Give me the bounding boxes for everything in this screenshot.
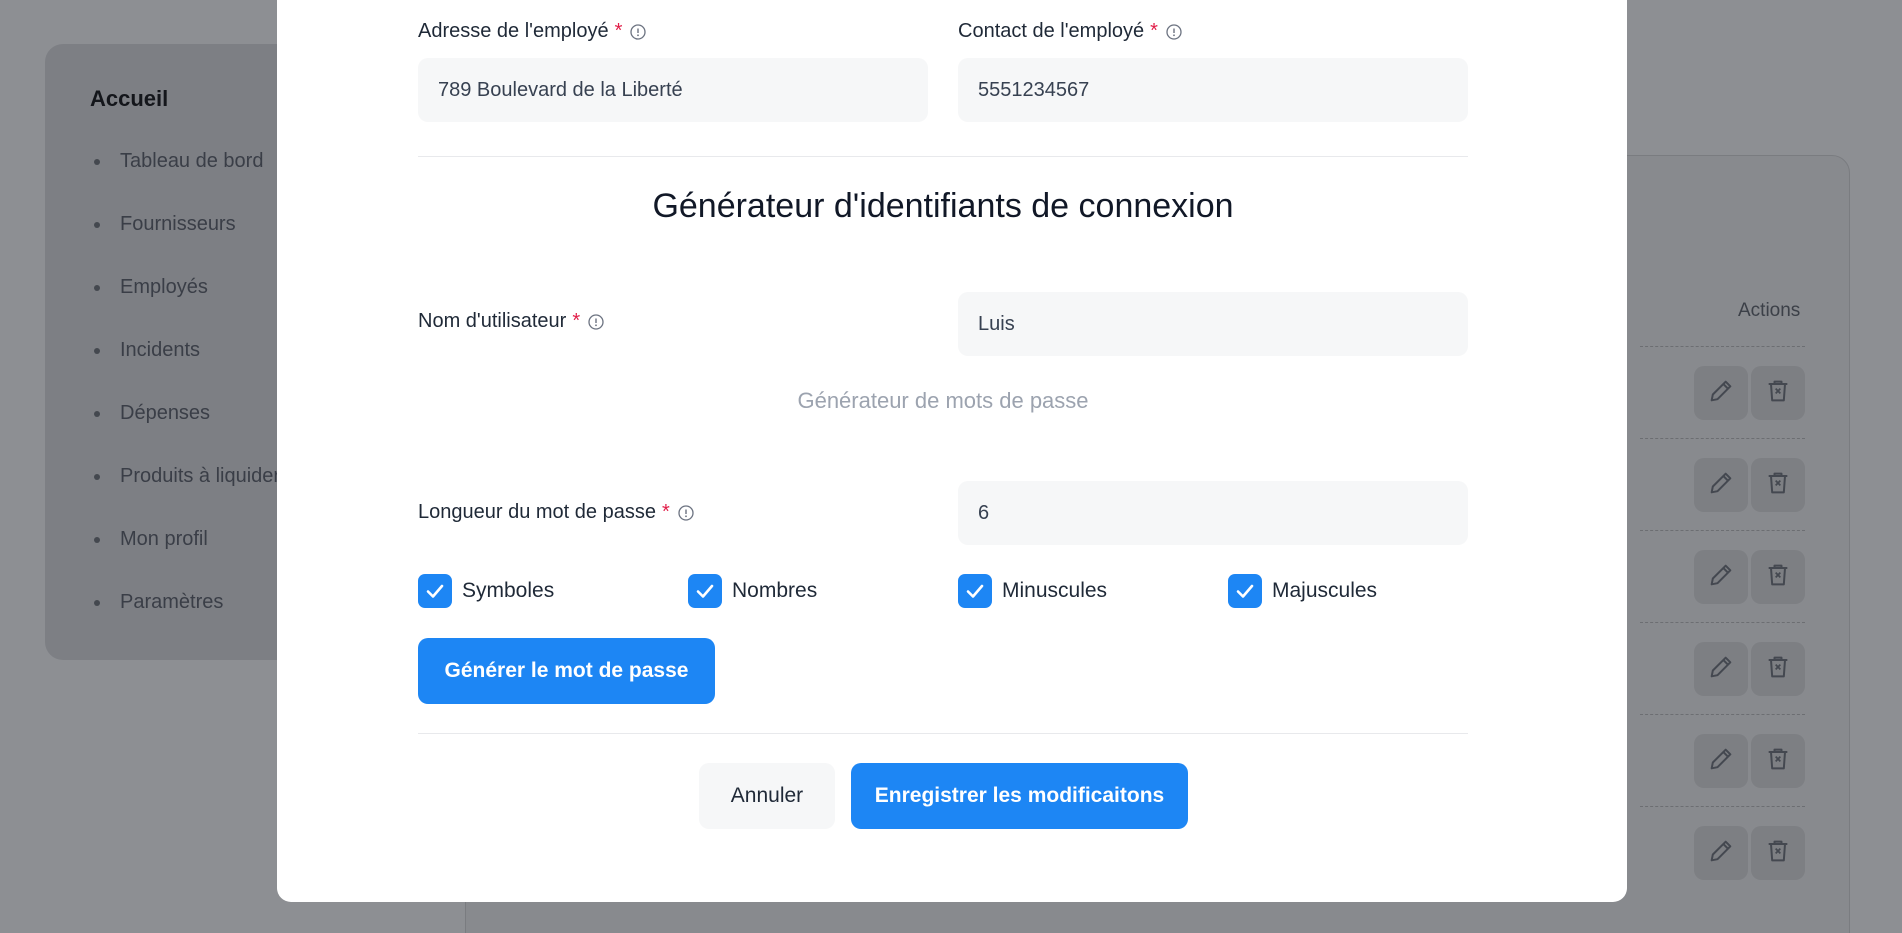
sidebar-item-label: Employés — [120, 276, 208, 298]
numbers-checkbox[interactable]: Nombres — [688, 574, 817, 608]
bullet-icon — [94, 474, 100, 480]
address-input[interactable]: 789 Boulevard de la Liberté — [418, 58, 928, 122]
bullet-icon — [94, 222, 100, 228]
password-length-label-text: Longueur du mot de passe — [418, 501, 656, 523]
table-row-divider — [1640, 806, 1805, 807]
delete-button[interactable] — [1751, 550, 1805, 604]
pencil-icon — [1707, 377, 1735, 410]
sidebar-item-incidents[interactable]: Incidents — [90, 339, 280, 402]
password-generator-title: Générateur de mots de passe — [797, 388, 1089, 413]
trash-icon — [1764, 469, 1792, 502]
sidebar-item-dashboard[interactable]: Tableau de bord — [90, 150, 280, 213]
edit-button[interactable] — [1694, 366, 1748, 420]
password-length-label: Longueur du mot de passe * — [418, 501, 694, 524]
sidebar-item-settings[interactable]: Paramètres — [90, 591, 280, 654]
uppercase-checkbox[interactable]: Majuscules — [1228, 574, 1377, 608]
info-icon[interactable] — [678, 504, 694, 521]
password-length-input[interactable]: 6 — [958, 481, 1468, 545]
edit-button[interactable] — [1694, 550, 1748, 604]
delete-button[interactable] — [1751, 734, 1805, 788]
checkmark-icon[interactable] — [958, 574, 992, 608]
info-icon[interactable] — [588, 313, 604, 330]
bullet-icon — [94, 285, 100, 291]
delete-button[interactable] — [1751, 458, 1805, 512]
divider — [418, 156, 1468, 157]
username-label: Nom d'utilisateur * — [418, 310, 604, 333]
checkmark-icon[interactable] — [688, 574, 722, 608]
trash-icon — [1764, 561, 1792, 594]
contact-label-text: Contact de l'employé — [958, 20, 1145, 42]
checkbox-label: Majuscules — [1272, 579, 1378, 602]
checkmark-icon[interactable] — [418, 574, 452, 608]
address-label: Adresse de l'employé * — [418, 20, 647, 43]
sidebar-item-label: Produits à liquider — [120, 465, 281, 487]
trash-icon — [1764, 377, 1792, 410]
pencil-icon — [1707, 653, 1735, 686]
credentials-generator-title: Générateur d'identifiants de connexion — [652, 187, 1234, 225]
trash-icon — [1764, 745, 1792, 778]
pencil-icon — [1707, 837, 1735, 870]
table-row-divider — [1640, 438, 1805, 439]
sidebar-title: Accueil — [90, 86, 169, 111]
required-mark: * — [572, 310, 581, 332]
sidebar-item-label: Mon profil — [120, 528, 208, 550]
pencil-icon — [1707, 561, 1735, 594]
required-mark: * — [1150, 20, 1158, 42]
username-input[interactable]: Luis — [958, 292, 1468, 356]
save-changes-button[interactable]: Enregistrer les modificaitons — [851, 763, 1188, 829]
contact-input[interactable]: 5551234567 — [958, 58, 1468, 122]
edit-button[interactable] — [1694, 642, 1748, 696]
trash-icon — [1764, 653, 1792, 686]
cancel-button[interactable]: Annuler — [699, 763, 835, 829]
pencil-icon — [1707, 469, 1735, 502]
edit-button[interactable] — [1694, 734, 1748, 788]
table-row-divider — [1640, 714, 1805, 715]
username-label-text: Nom d'utilisateur — [418, 310, 567, 332]
table-row-divider — [1640, 530, 1805, 531]
address-label-text: Adresse de l'employé — [418, 20, 609, 42]
bullet-icon — [94, 159, 100, 165]
divider — [418, 733, 1468, 734]
info-icon[interactable] — [630, 23, 647, 40]
generate-password-button[interactable]: Générer le mot de passe — [418, 638, 715, 704]
checkbox-label: Minuscules — [1002, 579, 1108, 602]
sidebar-item-label: Incidents — [120, 339, 201, 361]
actions-column-header: Actions — [1738, 300, 1801, 321]
delete-button[interactable] — [1751, 642, 1805, 696]
checkmark-icon[interactable] — [1228, 574, 1262, 608]
sidebar-item-clearance-products[interactable]: Produits à liquider — [90, 465, 280, 528]
symbols-checkbox[interactable]: Symboles — [418, 574, 554, 608]
sidebar-item-suppliers[interactable]: Fournisseurs — [90, 213, 280, 276]
sidebar-item-label: Dépenses — [120, 402, 211, 424]
table-row-divider — [1640, 346, 1805, 347]
edit-button[interactable] — [1694, 826, 1748, 880]
sidebar-item-expenses[interactable]: Dépenses — [90, 402, 280, 465]
delete-button[interactable] — [1751, 366, 1805, 420]
pencil-icon — [1707, 745, 1735, 778]
bullet-icon — [94, 411, 100, 417]
sidebar-item-employees[interactable]: Employés — [90, 276, 280, 339]
checkbox-label: Symboles — [462, 579, 555, 602]
delete-button[interactable] — [1751, 826, 1805, 880]
trash-icon — [1764, 837, 1792, 870]
contact-label: Contact de l'employé * — [958, 20, 1182, 43]
sidebar-item-label: Tableau de bord — [120, 150, 264, 172]
info-icon[interactable] — [1166, 23, 1182, 40]
checkbox-label: Nombres — [732, 579, 818, 602]
bullet-icon — [94, 537, 100, 543]
required-mark: * — [614, 20, 623, 42]
sidebar-item-label: Fournisseurs — [120, 213, 236, 235]
required-mark: * — [661, 501, 670, 523]
lowercase-checkbox[interactable]: Minuscules — [958, 574, 1107, 608]
table-row-divider — [1640, 622, 1805, 623]
sidebar-item-label: Paramètres — [120, 591, 224, 613]
sidebar-nav: Tableau de bord Fournisseurs Employés In… — [90, 150, 280, 654]
bullet-icon — [94, 600, 100, 606]
sidebar-item-profile[interactable]: Mon profil — [90, 528, 280, 591]
bullet-icon — [94, 348, 100, 354]
edit-button[interactable] — [1694, 458, 1748, 512]
